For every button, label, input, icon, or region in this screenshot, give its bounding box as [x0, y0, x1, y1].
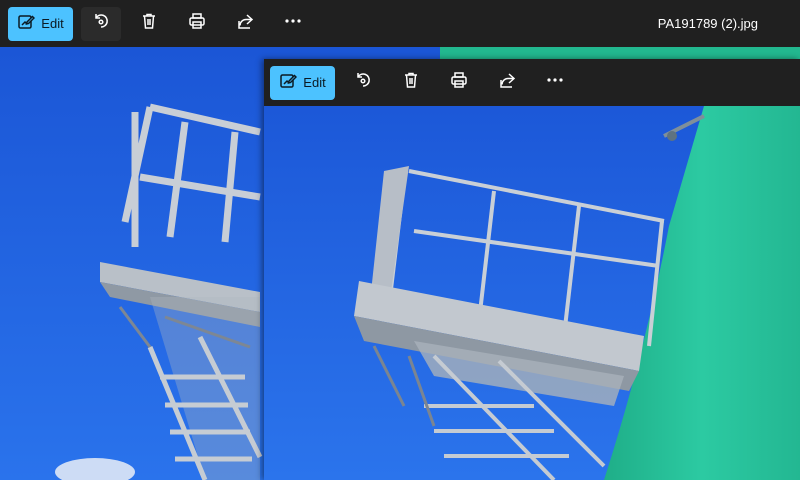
edit-image-icon	[17, 13, 36, 34]
share-button[interactable]	[225, 7, 265, 41]
edit-button[interactable]: Edit	[270, 65, 335, 100]
toolbar: Edit PA191789 (2).jpg	[0, 0, 800, 47]
file-name: PA191789 (2).jpg	[657, 16, 758, 31]
more-icon	[284, 12, 302, 35]
more-icon	[546, 71, 564, 94]
toolbar: Edit	[264, 59, 800, 106]
photo-viewer[interactable]	[264, 106, 800, 480]
printer-icon	[450, 71, 468, 94]
edit-label: Edit	[303, 75, 326, 90]
rotate-button[interactable]	[81, 6, 121, 41]
delete-button[interactable]	[129, 7, 169, 41]
printer-icon	[188, 12, 206, 35]
trash-icon	[402, 71, 420, 94]
print-button[interactable]	[439, 66, 479, 100]
share-icon	[498, 71, 516, 94]
more-button[interactable]	[273, 7, 313, 41]
share-button[interactable]	[487, 66, 527, 100]
edit-image-icon	[279, 72, 298, 93]
trash-icon	[140, 12, 158, 35]
share-icon	[236, 12, 254, 35]
print-button[interactable]	[177, 7, 217, 41]
rotate-icon	[92, 12, 110, 35]
photos-window-front: Edit	[264, 59, 800, 480]
edit-button[interactable]: Edit	[8, 6, 73, 41]
delete-button[interactable]	[391, 66, 431, 100]
edit-label: Edit	[41, 16, 64, 31]
photo-image	[264, 106, 800, 480]
more-button[interactable]	[535, 66, 575, 100]
rotate-icon	[354, 71, 372, 94]
rotate-button[interactable]	[343, 66, 383, 100]
